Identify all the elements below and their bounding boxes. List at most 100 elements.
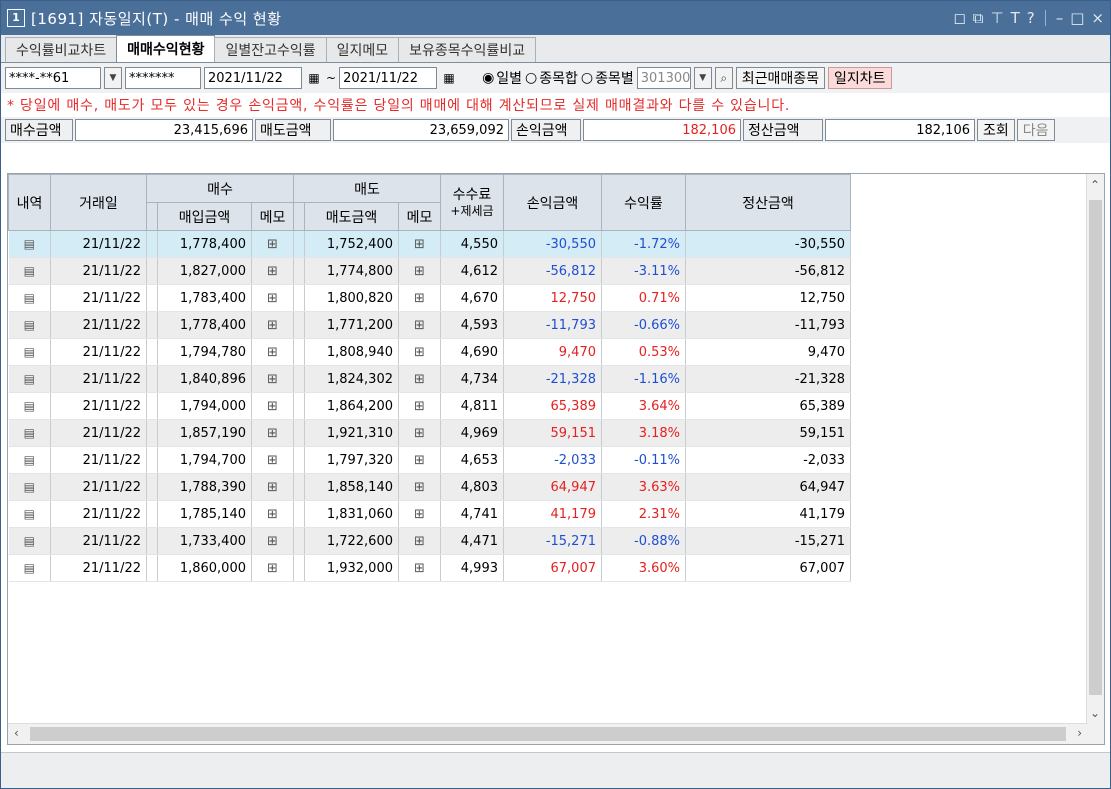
tab-holding-return-compare[interactable]: 보유종목수익률비교 bbox=[398, 37, 537, 62]
copy-window-icon[interactable]: ⧉ bbox=[973, 9, 984, 27]
radio-item-sum[interactable]: ○ 종목합 bbox=[525, 68, 578, 88]
date-to-input[interactable]: 2021/11/22 bbox=[339, 67, 438, 89]
table-row[interactable]: ▤ 21/11/22 1,794,700 ⊞ 1,797,320 ⊞ 4,653 -2,033… bbox=[8, 446, 851, 474]
sell-memo-icon[interactable]: ⊞ bbox=[398, 230, 441, 258]
next-button[interactable]: 다음 bbox=[1016, 119, 1055, 141]
tab-daily-balance-return[interactable]: 일별잔고수익률 bbox=[214, 37, 327, 62]
account-select[interactable]: ****-**61 bbox=[5, 67, 101, 89]
detail-doc-icon[interactable]: ▤ bbox=[8, 257, 51, 285]
table-row[interactable]: ▤ 21/11/22 1,733,400 ⊞ 1,722,600 ⊞ 4,471 -15,27… bbox=[8, 527, 851, 555]
header-detail[interactable]: 내역 bbox=[8, 174, 51, 231]
detail-doc-icon[interactable]: ▤ bbox=[8, 365, 51, 393]
horizontal-scroll-thumb[interactable] bbox=[30, 727, 1066, 741]
sell-memo-icon[interactable]: ⊞ bbox=[398, 257, 441, 285]
header-settlement[interactable]: 정산금액 bbox=[685, 174, 851, 231]
buy-memo-icon[interactable]: ⊞ bbox=[251, 230, 294, 258]
sell-memo-icon[interactable]: ⊞ bbox=[398, 311, 441, 339]
sell-memo-icon[interactable]: ⊞ bbox=[398, 500, 441, 528]
detail-doc-icon[interactable]: ▤ bbox=[8, 419, 51, 447]
close-icon[interactable]: × bbox=[1091, 9, 1104, 27]
detail-doc-icon[interactable]: ▤ bbox=[8, 527, 51, 555]
table-row[interactable]: ▤ 21/11/22 1,778,400 ⊞ 1,752,400 ⊞ 4,550 -30,55… bbox=[8, 230, 851, 258]
buy-memo-icon[interactable]: ⊞ bbox=[251, 446, 294, 474]
table-row[interactable]: ▤ 21/11/22 1,827,000 ⊞ 1,774,800 ⊞ 4,612 -56,81… bbox=[8, 257, 851, 285]
maximize-icon[interactable]: □ bbox=[1070, 9, 1084, 27]
header-profit-loss[interactable]: 손익금액 bbox=[503, 174, 602, 231]
detail-doc-icon[interactable]: ▤ bbox=[8, 392, 51, 420]
header-buy-amount[interactable]: 매입금액 bbox=[157, 202, 252, 231]
font-size-icon[interactable]: T bbox=[1011, 9, 1020, 27]
buy-memo-icon[interactable]: ⊞ bbox=[251, 365, 294, 393]
buy-memo-icon[interactable]: ⊞ bbox=[251, 338, 294, 366]
header-buy[interactable]: 매수 bbox=[146, 174, 294, 203]
header-trade-date[interactable]: 거래일 bbox=[50, 174, 147, 231]
sell-memo-icon[interactable]: ⊞ bbox=[398, 473, 441, 501]
vertical-scrollbar[interactable]: ⌃ ⌄ bbox=[1086, 174, 1104, 744]
buy-memo-icon[interactable]: ⊞ bbox=[251, 257, 294, 285]
sell-memo-icon[interactable]: ⊞ bbox=[398, 419, 441, 447]
scroll-up-icon[interactable]: ⌃ bbox=[1090, 178, 1100, 192]
header-sell-memo[interactable]: 메모 bbox=[398, 202, 441, 231]
journal-chart-button[interactable]: 일지차트 bbox=[828, 67, 892, 89]
scroll-right-icon[interactable]: › bbox=[1077, 726, 1082, 740]
tab-journal-memo[interactable]: 일지메모 bbox=[325, 37, 400, 62]
radio-daily[interactable]: ◉ 일별 bbox=[482, 68, 522, 88]
account-dropdown-icon[interactable]: ▼ bbox=[104, 67, 122, 89]
header-sell[interactable]: 매도 bbox=[293, 174, 441, 203]
horizontal-scrollbar[interactable]: ‹ › bbox=[8, 723, 1088, 744]
calendar-icon[interactable]: ▦ bbox=[305, 69, 323, 87]
sell-memo-icon[interactable]: ⊞ bbox=[398, 284, 441, 312]
password-field[interactable]: ******* bbox=[125, 67, 201, 89]
window-number[interactable]: 1 bbox=[7, 9, 25, 27]
help-icon[interactable]: ? bbox=[1027, 9, 1035, 27]
tab-trade-profit-status[interactable]: 매매수익현황 bbox=[116, 35, 216, 62]
buy-memo-icon[interactable]: ⊞ bbox=[251, 392, 294, 420]
table-row[interactable]: ▤ 21/11/22 1,860,000 ⊞ 1,932,000 ⊞ 4,993 67,007… bbox=[8, 554, 851, 582]
scroll-left-icon[interactable]: ‹ bbox=[14, 726, 19, 740]
sell-memo-icon[interactable]: ⊞ bbox=[398, 392, 441, 420]
detail-doc-icon[interactable]: ▤ bbox=[8, 446, 51, 474]
vertical-scroll-thumb[interactable] bbox=[1089, 200, 1102, 695]
table-row[interactable]: ▤ 21/11/22 1,783,400 ⊞ 1,800,820 ⊞ 4,670 12,750… bbox=[8, 284, 851, 312]
buy-memo-icon[interactable]: ⊞ bbox=[251, 527, 294, 555]
header-return-rate[interactable]: 수익률 bbox=[601, 174, 686, 231]
header-buy-memo[interactable]: 메모 bbox=[251, 202, 294, 231]
buy-memo-icon[interactable]: ⊞ bbox=[251, 473, 294, 501]
detail-doc-icon[interactable]: ▤ bbox=[8, 473, 51, 501]
table-row[interactable]: ▤ 21/11/22 1,788,390 ⊞ 1,858,140 ⊞ 4,803 64,947… bbox=[8, 473, 851, 501]
detail-doc-icon[interactable]: ▤ bbox=[8, 311, 51, 339]
sell-memo-icon[interactable]: ⊞ bbox=[398, 527, 441, 555]
stock-dropdown-icon[interactable]: ▼ bbox=[693, 67, 712, 89]
calendar-icon[interactable]: ▦ bbox=[440, 69, 458, 87]
detail-doc-icon[interactable]: ▤ bbox=[8, 338, 51, 366]
tab-return-compare-chart[interactable]: 수익률비교차트 bbox=[5, 37, 118, 62]
sell-memo-icon[interactable]: ⊞ bbox=[398, 338, 441, 366]
table-row[interactable]: ▤ 21/11/22 1,785,140 ⊞ 1,831,060 ⊞ 4,741 41,179… bbox=[8, 500, 851, 528]
detail-doc-icon[interactable]: ▤ bbox=[8, 230, 51, 258]
table-row[interactable]: ▤ 21/11/22 1,778,400 ⊞ 1,771,200 ⊞ 4,593 -11,79… bbox=[8, 311, 851, 339]
date-from-input[interactable]: 2021/11/22 bbox=[204, 67, 302, 89]
layout-icon[interactable]: ◻ bbox=[953, 9, 965, 27]
sell-memo-icon[interactable]: ⊞ bbox=[398, 554, 441, 582]
table-row[interactable]: ▤ 21/11/22 1,857,190 ⊞ 1,921,310 ⊞ 4,969 59,151… bbox=[8, 419, 851, 447]
scroll-down-icon[interactable]: ⌄ bbox=[1090, 706, 1100, 720]
detail-doc-icon[interactable]: ▤ bbox=[8, 284, 51, 312]
buy-memo-icon[interactable]: ⊞ bbox=[251, 284, 294, 312]
stock-code-input[interactable]: 301300 bbox=[636, 67, 691, 89]
query-button[interactable]: 조회 bbox=[977, 119, 1015, 141]
buy-memo-icon[interactable]: ⊞ bbox=[251, 554, 294, 582]
minimize-icon[interactable]: – bbox=[1056, 9, 1064, 27]
buy-memo-icon[interactable]: ⊞ bbox=[251, 500, 294, 528]
sell-memo-icon[interactable]: ⊞ bbox=[398, 365, 441, 393]
radio-each-item[interactable]: ○ 종목별 bbox=[581, 68, 634, 88]
buy-memo-icon[interactable]: ⊞ bbox=[251, 311, 294, 339]
pin-icon[interactable]: ⊤ bbox=[991, 9, 1004, 27]
buy-memo-icon[interactable]: ⊞ bbox=[251, 419, 294, 447]
recent-trades-button[interactable]: 최근매매종목 bbox=[735, 67, 826, 89]
header-sell-amount[interactable]: 매도금액 bbox=[304, 202, 399, 231]
search-icon[interactable]: ⌕ bbox=[714, 67, 733, 89]
sell-memo-icon[interactable]: ⊞ bbox=[398, 446, 441, 474]
header-fee-tax[interactable]: 수수료 +제세금 bbox=[440, 174, 504, 231]
table-row[interactable]: ▤ 21/11/22 1,840,896 ⊞ 1,824,302 ⊞ 4,734 -21,32… bbox=[8, 365, 851, 393]
detail-doc-icon[interactable]: ▤ bbox=[8, 554, 51, 582]
